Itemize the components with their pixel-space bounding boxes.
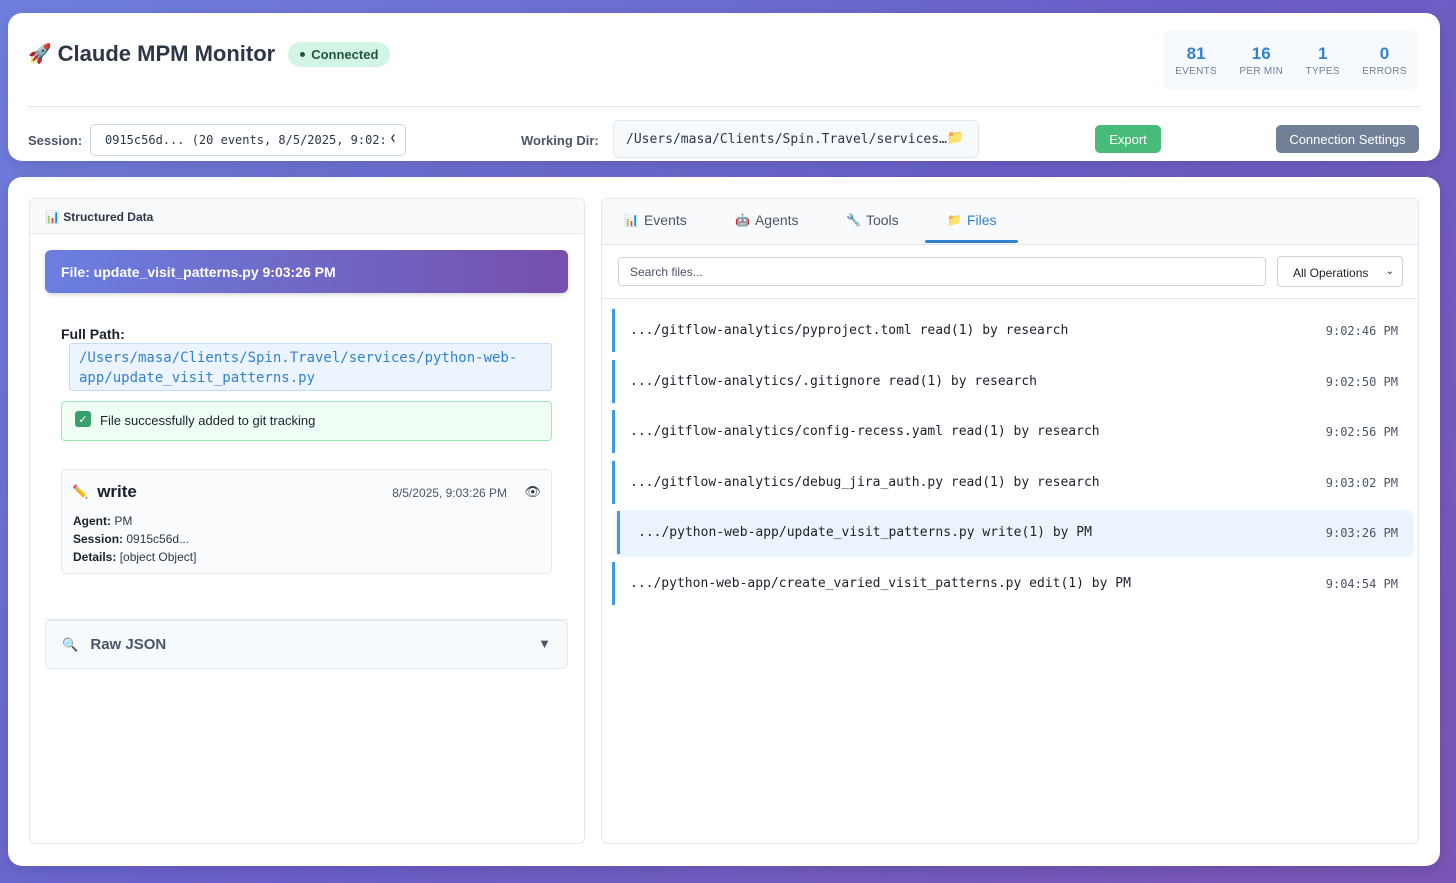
raw-json-label: Raw JSON: [90, 636, 167, 653]
magnifier-icon: 🔍: [62, 637, 79, 652]
connection-status-text: Connected: [311, 46, 379, 62]
operation-name: write: [97, 482, 137, 501]
full-path-line: /Users/masa/Clients/Spin.Travel/services…: [79, 350, 518, 366]
export-button[interactable]: Export: [1095, 125, 1161, 153]
tab-events[interactable]: 📊 Events: [624, 212, 687, 228]
robot-icon: 🤖: [735, 213, 750, 227]
stat-value: 1: [1317, 43, 1328, 63]
file-entry-text: .../python-web-app/update_visit_patterns…: [638, 525, 1092, 541]
tab-label: Agents: [754, 212, 799, 228]
title-row: 🚀 Claude MPM Monitor Connected: [28, 41, 391, 67]
file-entry-time: 9:02:56 PM: [1325, 425, 1398, 440]
header-divider: [28, 106, 1420, 107]
operation-details: Agent: PM Session: 0915c56d... Details: …: [73, 512, 196, 566]
chart-icon: 📊: [45, 210, 60, 224]
success-message: ✓ File successfully added to git trackin…: [61, 401, 552, 441]
tab-agents[interactable]: 🤖 Agents: [735, 212, 799, 228]
file-entry-text: .../gitflow-analytics/debug_jira_auth.py…: [630, 474, 1100, 490]
folder-icon[interactable]: 📁: [947, 130, 964, 146]
full-path-line: app/update_visit_patterns.py: [79, 370, 316, 386]
stat-label: ERRORS: [1362, 65, 1407, 77]
stat-label: EVENTS: [1175, 65, 1217, 77]
operations-filter-select[interactable]: All Operations ⌄: [1277, 256, 1403, 287]
folder-icon: 📁: [947, 213, 962, 227]
tab-files[interactable]: 📁 Files: [947, 212, 997, 228]
operation-details-line: Details: [object Object]: [73, 550, 197, 564]
session-label: Session:: [28, 133, 83, 148]
pencil-icon: ✏️: [72, 484, 89, 499]
full-path-label: Full Path:: [61, 326, 125, 342]
structured-data-header: 📊 Structured Data: [30, 199, 584, 234]
file-banner: File: update_visit_patterns.py 9:03:26 P…: [45, 250, 568, 293]
file-entry-text: .../gitflow-analytics/config-recess.yaml…: [630, 424, 1100, 440]
file-entry-text: .../python-web-app/create_varied_visit_p…: [630, 575, 1131, 591]
wrench-icon: 🔧: [846, 213, 861, 227]
file-list-item[interactable]: .../gitflow-analytics/.gitignore read(1)…: [612, 359, 1412, 403]
file-list-item[interactable]: .../gitflow-analytics/debug_jira_auth.py…: [612, 460, 1412, 504]
tab-label: Files: [966, 212, 997, 228]
stats-panel: 81 EVENTS 16 PER MIN 1 TYPES 0 ERRORS: [1164, 30, 1418, 90]
stat-value: 81: [1186, 43, 1206, 63]
file-entry-time: 9:04:54 PM: [1325, 576, 1398, 591]
tab-label: Tools: [865, 212, 899, 228]
file-entry-text: .../gitflow-analytics/pyproject.toml rea…: [630, 323, 1069, 338]
connection-status-badge: Connected: [288, 41, 391, 67]
structured-data-title: Structured Data: [63, 210, 154, 224]
chevron-down-icon: ❮: [389, 133, 396, 144]
operation-agent: Agent: PM: [73, 514, 133, 528]
file-entry-time: 9:02:46 PM: [1325, 324, 1398, 338]
main-card: 📊 Structured Data File: update_visit_pat…: [8, 177, 1440, 866]
stat-value: 0: [1379, 43, 1390, 63]
stat-events: 81 EVENTS: [1175, 44, 1217, 77]
working-dir-field[interactable]: /Users/masa/Clients/Spin.Travel/services…: [613, 120, 979, 158]
active-tab-indicator: [925, 240, 1018, 243]
structured-data-panel: 📊 Structured Data File: update_visit_pat…: [29, 198, 585, 844]
operation-session: Session: 0915c56d...: [73, 532, 190, 546]
file-entry-time: 9:03:02 PM: [1325, 475, 1398, 490]
stat-value: 16: [1251, 43, 1271, 63]
file-list-item-selected[interactable]: .../python-web-app/update_visit_patterns…: [617, 511, 1412, 555]
working-dir-label: Working Dir:: [521, 133, 599, 148]
operation-card: ✏️ write 8/5/2025, 9:03:26 PM 👁 Agent: P…: [61, 469, 552, 574]
operation-timestamp: 8/5/2025, 9:03:26 PM: [392, 486, 507, 500]
success-text: File successfully added to git tracking: [100, 413, 316, 428]
search-files-input[interactable]: Search files...: [618, 257, 1266, 286]
chevron-down-icon: ⌄: [1385, 266, 1394, 277]
stat-errors: 0 ERRORS: [1362, 44, 1407, 77]
header-controls: Session: 0915c56d... (20 events, 8/5/202…: [8, 110, 1440, 162]
header-card: 🚀 Claude MPM Monitor Connected 81 EVENTS…: [8, 13, 1440, 161]
operation-title: ✏️ write: [72, 482, 137, 502]
check-icon: ✓: [75, 411, 91, 427]
file-list-item[interactable]: .../gitflow-analytics/config-recess.yaml…: [612, 410, 1412, 454]
session-select[interactable]: 0915c56d... (20 events, 8/5/2025, 9:02: …: [90, 124, 406, 156]
file-entry-time: 9:02:50 PM: [1325, 374, 1398, 389]
chart-icon: 📊: [624, 213, 639, 227]
files-panel: 📊 Events 🤖 Agents 🔧 Tools 📁 Files Search…: [601, 198, 1419, 844]
full-path-value: /Users/masa/Clients/Spin.Travel/services…: [69, 343, 552, 391]
file-list-item[interactable]: .../gitflow-analytics/pyproject.toml rea…: [612, 309, 1412, 352]
stat-types: 1 TYPES: [1306, 44, 1340, 77]
connection-settings-button[interactable]: Connection Settings: [1276, 125, 1419, 153]
session-select-value: 0915c56d... (20 events, 8/5/2025, 9:02:: [105, 133, 387, 147]
triangle-down-icon: ▼: [538, 636, 551, 651]
operations-filter-value: All Operations: [1293, 266, 1369, 280]
eye-icon[interactable]: 👁: [524, 484, 541, 500]
file-list-item[interactable]: .../python-web-app/create_varied_visit_p…: [612, 561, 1412, 605]
app-title-text: Claude MPM Monitor: [57, 41, 276, 66]
rocket-icon: 🚀: [28, 44, 52, 65]
raw-json-toggle[interactable]: 🔍 Raw JSON ▼: [45, 620, 568, 669]
stat-label: PER MIN: [1239, 65, 1284, 77]
tab-bar: 📊 Events 🤖 Agents 🔧 Tools 📁 Files: [602, 199, 1418, 245]
stat-per-min: 16 PER MIN: [1239, 44, 1283, 77]
filter-row: Search files... All Operations ⌄: [602, 245, 1418, 299]
file-entry-time: 9:03:26 PM: [1325, 526, 1398, 541]
file-list: .../gitflow-analytics/pyproject.toml rea…: [612, 309, 1412, 613]
app-title: 🚀 Claude MPM Monitor: [28, 41, 275, 67]
tab-tools[interactable]: 🔧 Tools: [846, 212, 899, 228]
status-dot-icon: [300, 51, 306, 57]
tab-label: Events: [643, 212, 687, 228]
stat-label: TYPES: [1305, 65, 1340, 77]
file-entry-text: .../gitflow-analytics/.gitignore read(1)…: [630, 373, 1037, 389]
working-dir-value: /Users/masa/Clients/Spin.Travel/services…: [626, 132, 947, 147]
